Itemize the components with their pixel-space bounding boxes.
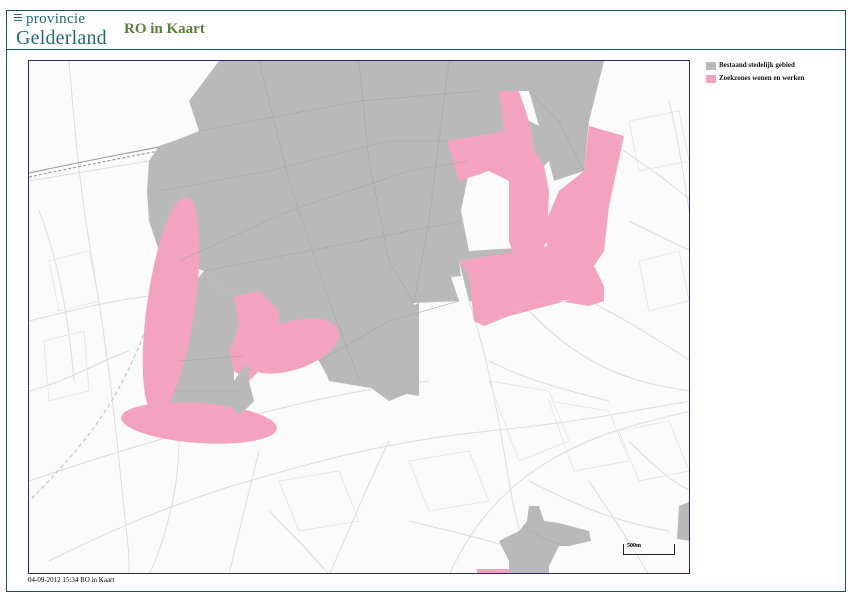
map-scalebar: 500m [623, 543, 675, 555]
app-title: RO in Kaart [124, 21, 205, 37]
logo-bottom-text: Gelderland [16, 27, 107, 49]
legend-swatch-built-area [706, 62, 716, 70]
legend-label-search-zone: Zoekzones wonen en werken [719, 74, 805, 82]
header: provincie Gelderland RO in Kaart [6, 10, 846, 50]
footer-timestamp: 04-09-2012 15:34 RO in Kaart [28, 576, 115, 584]
map-view[interactable]: 500m [28, 60, 690, 574]
legend-swatch-search-zone [706, 75, 716, 83]
logo-lines-icon [14, 14, 22, 23]
logo-top-text: provincie [26, 11, 86, 27]
scalebar-label: 500m [627, 543, 641, 549]
province-logo: provincie Gelderland [14, 11, 122, 49]
map-canvas [29, 61, 689, 573]
legend-label-built-area: Bestaand stedelijk gebied [719, 61, 795, 69]
